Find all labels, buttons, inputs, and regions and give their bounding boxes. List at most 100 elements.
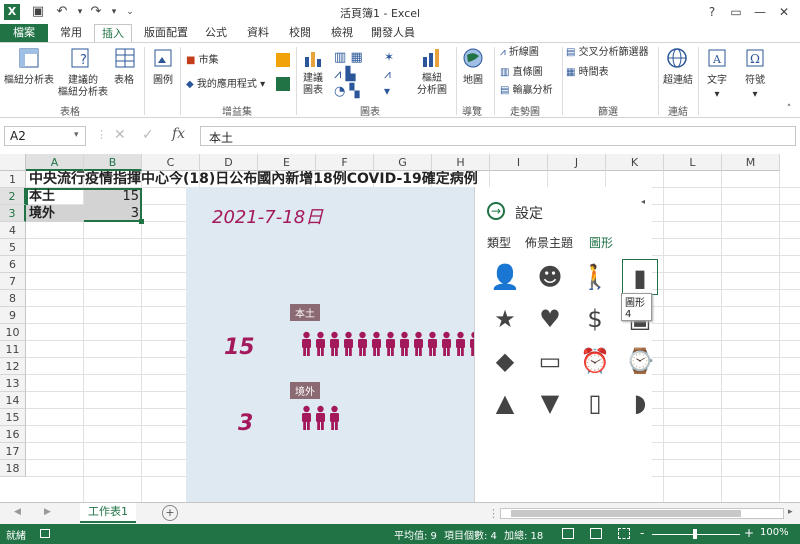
chart-type-icons[interactable]: ▥ ▦ ⩘ ▙ ◔ ▚ [334,49,384,100]
page-layout-view-icon[interactable] [590,528,602,539]
bing-maps-icon[interactable] [276,53,290,67]
sheet-tab-1[interactable]: 工作表1 [80,503,136,523]
help-button[interactable]: ? [700,0,724,24]
people-graph-icon[interactable] [276,77,290,91]
tab-formulas[interactable]: 公式 [198,24,234,42]
line-chart-icon[interactable]: ⩘ [334,67,341,82]
hyperlink-button[interactable]: 超連結 [660,75,696,87]
close-button[interactable]: ✕ [772,0,796,24]
sparkline-line-button[interactable]: ⩘ 折線圖 [500,47,560,59]
formula-input[interactable]: 本土 [200,126,796,146]
customize-qat-icon[interactable]: ⌄ [120,3,140,21]
fill-handle[interactable] [139,219,144,224]
tab-insert[interactable]: 插入 [94,24,132,42]
select-all-corner[interactable] [0,154,26,171]
people-graph-chart[interactable]: 2021-7-18日 本土 15 境外 3 [186,187,479,502]
row-header[interactable]: 2 [0,188,26,205]
cell-b3[interactable]: 3 [84,205,142,222]
illustrations-button[interactable]: 圖例 [148,75,178,87]
sparkline-column-button[interactable]: ▥ 直條圖 [500,67,560,79]
row-header[interactable]: 5 [0,239,26,256]
column-header[interactable]: J [548,154,606,171]
symbol-dropdown-icon[interactable]: ▾ [748,89,762,101]
pivot-chart-button[interactable]: 樞紐 分析圖 [412,73,452,97]
column-header[interactable]: C [142,154,200,171]
row-header[interactable]: 14 [0,392,26,409]
row-header[interactable]: 7 [0,273,26,290]
zoom-level[interactable]: 100% [760,527,789,538]
normal-view-icon[interactable] [562,528,574,539]
row-header[interactable]: 1 [0,171,26,188]
ribbon-options-icon[interactable]: ▭ [724,0,748,24]
cell-b2[interactable]: 15 [84,188,142,205]
column-header[interactable]: L [664,154,722,171]
row-header[interactable]: 11 [0,341,26,358]
row-header[interactable]: 16 [0,426,26,443]
shape-option-star-icon[interactable]: ★ [487,301,523,337]
text-dropdown-icon[interactable]: ▾ [710,89,724,101]
shape-option-diamond-icon[interactable]: ◆ [487,343,523,379]
my-apps-button[interactable]: ◆ 我的應用程式 ▾ [186,79,272,91]
tab-developer[interactable]: 開發人員 [366,24,420,42]
column-header[interactable]: M [722,154,780,171]
timeline-button[interactable]: ▦ 時間表 [566,67,636,79]
recommended-charts-button[interactable]: 建議 圖表 [298,73,328,97]
tab-home[interactable]: 常用 [54,24,88,42]
collapse-ribbon-icon[interactable]: ˄ [782,103,796,115]
insert-function-button[interactable]: fx [172,126,185,142]
combo-chart-icon[interactable]: ▚ [349,84,359,99]
tab-page-layout[interactable]: 版面配置 [138,24,194,42]
name-box-dropdown-icon[interactable]: ▾ [74,130,79,140]
tab-split-handle[interactable]: ⋮ [488,507,499,520]
column-header[interactable]: F [316,154,374,171]
panel-tab-shape[interactable]: 圖形 [589,234,613,251]
worksheet-grid[interactable]: ABCDEFGHIJKLM 1 2 3 4 5 6 7 8 9 10 11 12 13 14 15 16 17 1… [0,154,800,502]
table-button[interactable]: 表格 [108,75,140,87]
map-button[interactable]: 地圖 [458,75,488,87]
shape-option-dolphin-icon[interactable]: ◗ [622,385,658,421]
store-button[interactable]: ■ 市集 [186,55,240,67]
shape-option-watch-icon[interactable]: ⌚ [622,343,658,379]
shape-option-jacket-icon[interactable]: ▲ [487,385,523,421]
macro-record-icon[interactable] [40,529,50,538]
sparkline-winloss-button[interactable]: ▤ 輸贏分析 [500,85,560,97]
column-header[interactable]: G [374,154,432,171]
save-icon[interactable]: ▣ [28,3,48,21]
tab-view[interactable]: 檢視 [324,24,360,42]
row-header[interactable]: 12 [0,358,26,375]
symbol-button[interactable]: 符號 [738,75,772,87]
horizontal-scrollbar[interactable] [500,508,784,519]
column-header[interactable]: H [432,154,490,171]
collapse-panel-icon[interactable]: ◂ [641,197,645,206]
scroll-right-icon[interactable]: ▸ [788,507,793,517]
tab-review[interactable]: 校閱 [282,24,318,42]
slicer-button[interactable]: ▤ 交叉分析篩選器 [566,47,658,59]
tab-data[interactable]: 資料 [240,24,276,42]
text-button[interactable]: 文字 [700,75,734,87]
shape-option-walking-person-icon[interactable]: 🚶 [577,259,613,295]
shape-option-alarm-clock-icon[interactable]: ⏰ [577,343,613,379]
shape-option-dress-icon[interactable]: ▼ [532,385,568,421]
pivot-table-button[interactable]: 樞紐分析表 [2,75,56,87]
shape-option-heart-icon[interactable]: ♥ [532,301,568,337]
stat-chart-icon[interactable]: ▙ [345,67,355,82]
zoom-in-button[interactable]: + [744,526,754,540]
column-header[interactable]: D [200,154,258,171]
shape-option-money-bag-icon[interactable]: $ [577,301,613,337]
column-header[interactable]: K [606,154,664,171]
redo-icon[interactable]: ↷ [86,3,106,21]
row-header[interactable]: 15 [0,409,26,426]
row-header[interactable]: 13 [0,375,26,392]
cancel-icon[interactable]: ✕ [114,127,126,143]
cell-a1-title[interactable]: 中央流行疫情指揮中心今(18)日公布國內新增18例COVID-19確定病例 [26,171,586,188]
row-header[interactable]: 6 [0,256,26,273]
panel-tab-type[interactable]: 類型 [487,234,511,251]
column-header[interactable]: I [490,154,548,171]
row-header[interactable]: 9 [0,307,26,324]
pie-chart-icon[interactable]: ◔ [334,84,345,99]
shape-option-face-icon[interactable]: ☻ [532,259,568,295]
cell-a3[interactable]: 境外 [26,205,84,222]
row-header[interactable]: 8 [0,290,26,307]
back-arrow-icon[interactable]: → [487,202,505,220]
enter-icon[interactable]: ✓ [142,127,154,143]
